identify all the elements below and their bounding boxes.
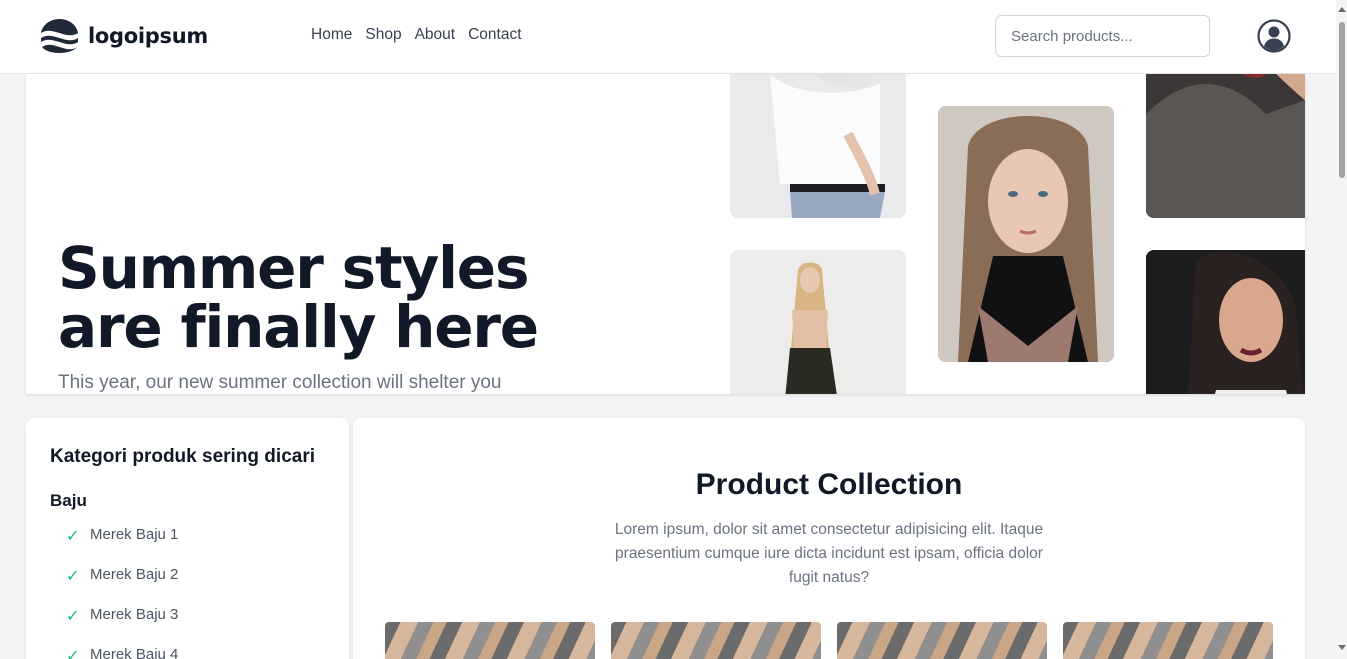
main-nav: Home Shop About Contact bbox=[311, 26, 522, 44]
brand-label: Merek Baju 1 bbox=[90, 526, 179, 543]
nav-home[interactable]: Home bbox=[311, 26, 352, 44]
brand-label: Merek Baju 3 bbox=[90, 606, 179, 623]
check-icon: ✓ bbox=[66, 528, 80, 545]
hero-section: Summer styles are finally here This year… bbox=[26, 74, 1305, 394]
hero-photo-dark-coat bbox=[1146, 74, 1305, 218]
list-item[interactable]: ✓ Merek Baju 1 bbox=[66, 526, 178, 566]
hero-photo-dark-hair-model bbox=[1146, 250, 1305, 394]
collection-description: Lorem ipsum, dolor sit amet consectetur … bbox=[614, 521, 1044, 586]
hero-subtitle: This year, our new summer collection wil… bbox=[58, 372, 502, 393]
scroll-down-arrow-icon[interactable] bbox=[1338, 645, 1346, 651]
check-icon: ✓ bbox=[66, 648, 80, 659]
sidebar-category-baju: Baju bbox=[50, 491, 87, 510]
category-sidebar: Kategori produk sering dicari Baju ✓ Mer… bbox=[26, 418, 349, 659]
hero-photo-white-tee bbox=[730, 74, 906, 218]
brand-list: ✓ Merek Baju 1 ✓ Merek Baju 2 ✓ Merek Ba… bbox=[66, 526, 178, 659]
brand-label: Merek Baju 2 bbox=[90, 566, 179, 583]
hero-photo-blonde-model bbox=[730, 250, 906, 394]
product-card-image[interactable] bbox=[1063, 622, 1273, 659]
hero-photo-girl-portrait bbox=[938, 106, 1114, 362]
nav-about[interactable]: About bbox=[415, 26, 456, 44]
product-card-image[interactable] bbox=[837, 622, 1047, 659]
logo-text: logoipsum bbox=[88, 24, 208, 48]
check-icon: ✓ bbox=[66, 608, 80, 625]
logo[interactable]: logoipsum bbox=[41, 19, 208, 53]
product-grid bbox=[385, 622, 1273, 659]
collection-title: Product Collection bbox=[695, 468, 963, 501]
site-header: logoipsum Home Shop About Contact bbox=[0, 0, 1336, 74]
page-scrollbar[interactable] bbox=[1336, 0, 1347, 659]
product-collection: Product Collection Lorem ipsum, dolor si… bbox=[353, 418, 1305, 659]
nav-contact[interactable]: Contact bbox=[468, 26, 521, 44]
check-icon: ✓ bbox=[66, 568, 80, 585]
brand-label: Merek Baju 4 bbox=[90, 646, 179, 659]
hero-title: Summer styles are finally here bbox=[58, 234, 539, 361]
list-item[interactable]: ✓ Merek Baju 2 bbox=[66, 566, 178, 606]
search-input[interactable] bbox=[995, 15, 1210, 57]
scrollbar-thumb[interactable] bbox=[1339, 22, 1345, 178]
user-account-icon[interactable] bbox=[1257, 19, 1291, 53]
product-card-image[interactable] bbox=[611, 622, 821, 659]
scroll-up-arrow-icon[interactable] bbox=[1338, 6, 1346, 12]
sidebar-title: Kategori produk sering dicari bbox=[50, 446, 315, 467]
list-item[interactable]: ✓ Merek Baju 4 bbox=[66, 646, 178, 659]
product-card-image[interactable] bbox=[385, 622, 595, 659]
logo-waves-icon bbox=[41, 19, 78, 53]
nav-shop[interactable]: Shop bbox=[365, 26, 401, 44]
list-item[interactable]: ✓ Merek Baju 3 bbox=[66, 606, 178, 646]
